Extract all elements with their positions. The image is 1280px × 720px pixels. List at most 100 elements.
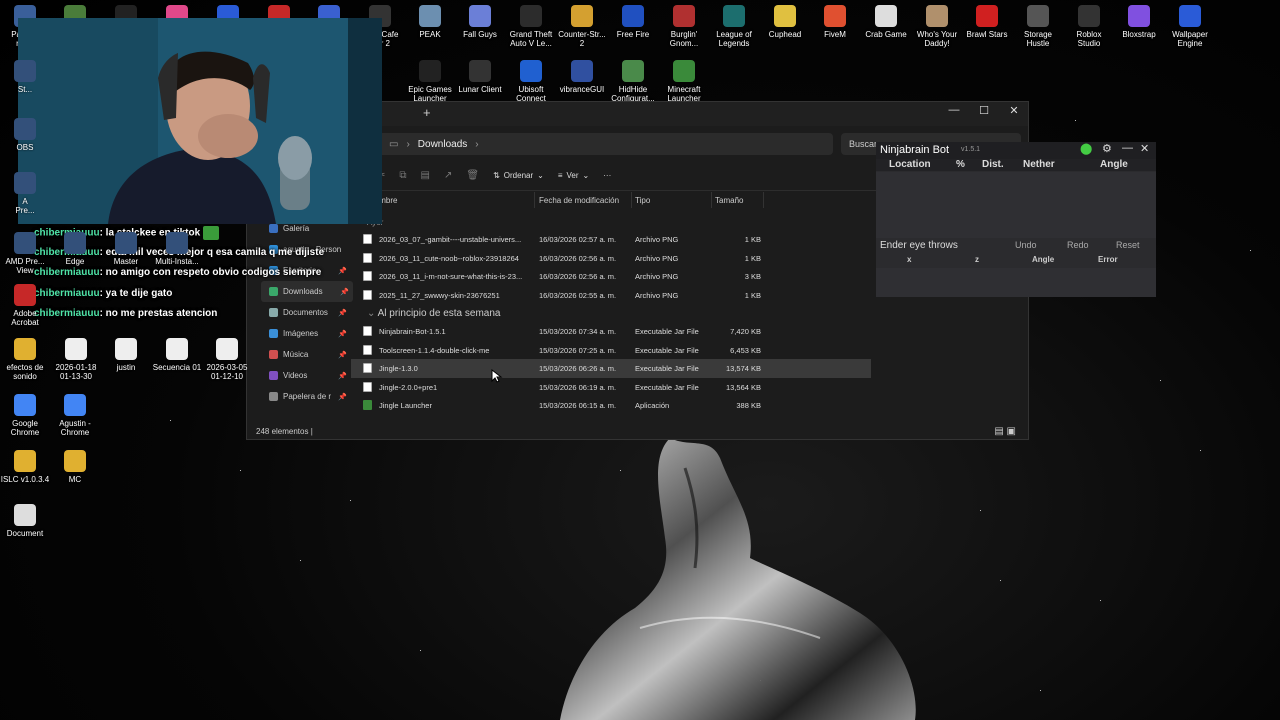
mouse-cursor-icon — [491, 369, 503, 383]
file-row[interactable]: Toolscreen-1.1.4-double-click-me 15/03/20… — [351, 341, 871, 360]
desktop-icon-brawl-icon[interactable]: Brawl Stars — [958, 5, 1016, 39]
desktop-icon-freefire-icon[interactable]: Free Fire — [604, 5, 662, 39]
file-row[interactable]: Ninjabrain-Bot-1.5.1 15/03/2026 07:34 a. … — [351, 322, 871, 341]
desktop-icon-label: St... — [17, 85, 33, 94]
desktop-icon-csgo-icon[interactable]: Counter-Str... 2 — [553, 5, 611, 48]
file-size: 1 KB — [744, 290, 761, 300]
view-icon: ≡ — [557, 170, 563, 180]
nav-item-label: Imágenes — [283, 329, 319, 338]
vibrance-icon — [571, 60, 593, 82]
sort-button[interactable]: ⇅ Ordenar ⌄ — [493, 171, 544, 180]
breadcrumb[interactable]: Downloads — [418, 139, 467, 150]
file-type: Archivo PNG — [635, 253, 679, 263]
paste-icon[interactable]: ▤ — [421, 170, 430, 181]
file-row[interactable]: 2026_03_07_-gambit----unstable-univers..… — [351, 230, 871, 249]
file-row[interactable]: Jingle Launcher 15/03/2026 06:15 a. m. Apl… — [351, 396, 871, 415]
copy-icon[interactable]: ⧉ — [399, 170, 406, 181]
file-row[interactable]: 2026_03_11_i-m-not-sure-what-this-is-23.… — [351, 267, 871, 286]
file-row[interactable]: Jingle-1.3.0 15/03/2026 06:26 a. m. Execut… — [351, 359, 871, 378]
desktop-icon-edge-icon[interactable]: Edge — [46, 232, 104, 266]
desktop-icon-hidhide-icon[interactable]: HidHide Configurat... — [604, 60, 662, 103]
desktop-icon-folder-icon[interactable]: MC — [46, 450, 104, 484]
desktop-icon-master-icon[interactable]: Master — [97, 232, 155, 266]
column-type[interactable]: Tipo — [635, 196, 650, 205]
reset-button[interactable]: Reset — [1116, 240, 1140, 250]
status-bar: 248 elementos | — [256, 427, 313, 436]
column-date[interactable]: Fecha de modificación — [539, 196, 619, 205]
sort-label: Ordenar — [503, 170, 534, 180]
desktop-icon-storage-icon[interactable]: Storage Hustle — [1009, 5, 1067, 48]
desktop-icon-vibrance-icon[interactable]: vibranceGUI — [553, 60, 611, 94]
desktop-icon-bloxstrap-icon[interactable]: Bloxstrap — [1110, 5, 1168, 39]
file-row[interactable]: 2025_11_27_swwwy-skin-23676251 16/03/2026… — [351, 286, 871, 305]
more-options-button[interactable]: ··· — [603, 171, 611, 180]
settings-icon[interactable]: ⚙ — [1102, 142, 1112, 155]
desktop-icon-obs-icon[interactable]: OBS — [0, 118, 54, 152]
file-size: 13,564 KB — [725, 382, 761, 392]
details-view-icon[interactable]: ▤ — [994, 426, 1003, 437]
ninjabrain-bot-window[interactable]: Ninjabrain Bot v1.5.1 ⬤ ⚙ — ✕ Location %… — [876, 142, 1156, 297]
delete-icon[interactable]: 🗑 — [466, 170, 479, 181]
nav-item-m-sica[interactable]: Música 📌 — [247, 344, 351, 365]
desktop-icon-lunar-icon[interactable]: Lunar Client — [451, 60, 509, 94]
new-tab-button[interactable]: + — [423, 105, 431, 120]
chrome-icon — [14, 394, 36, 416]
desktop-icon-lol-icon[interactable]: League of Legends — [705, 5, 763, 48]
nav-item-videos[interactable]: Videos 📌 — [247, 365, 351, 386]
freefire-icon — [622, 5, 644, 27]
nav-item-papelera-de-r[interactable]: Papelera de r 📌 — [247, 386, 351, 407]
file-row[interactable]: 2026_03_11_cute-noob--roblox-23918264 16/… — [351, 249, 871, 268]
chrome-icon — [64, 394, 86, 416]
chat-message: chibermiauuu: no me prestas atencion — [34, 308, 324, 329]
desktop-icon-fallguys-icon[interactable]: Fall Guys — [451, 5, 509, 39]
desktop-icon-video-icon[interactable]: 2026-03-05 01-12-10 — [198, 338, 256, 381]
minimize-button[interactable]: — — [1122, 142, 1133, 154]
multi-icon — [166, 232, 188, 254]
desktop-icon-wallpaper-icon[interactable]: Wallpaper Engine — [1161, 5, 1219, 48]
desktop-icon-chrome-icon[interactable]: Agustin - Chrome — [46, 394, 104, 437]
desktop-icon-label: Grand Theft Auto V Le... — [509, 30, 553, 48]
ninjabrain-titlebar[interactable]: Ninjabrain Bot v1.5.1 ⬤ ⚙ — ✕ — [876, 142, 1156, 159]
tiles-view-icon[interactable]: ▣ — [1007, 426, 1016, 437]
desktop-icon-label: Adobe Acrobat — [11, 309, 39, 327]
desktop-icon-ubisoft-icon[interactable]: Ubisoft Connect — [502, 60, 560, 103]
share-icon[interactable]: ↗ — [444, 170, 452, 181]
desktop-icon-premiere-icon[interactable]: A Pre... — [0, 172, 54, 215]
update-icon[interactable]: ⬤ — [1080, 142, 1092, 155]
explorer-toolbar: ✂ ⧉ ▤ ↗ 🗑 ⇅Ordenar⌄ ≡Ver⌄ ··· — [377, 164, 611, 186]
undo-button[interactable]: Undo — [1015, 240, 1037, 250]
desktop-icon-st-icon[interactable]: St... — [0, 60, 54, 94]
close-button[interactable]: ✕ — [1140, 142, 1149, 155]
redo-button[interactable]: Redo — [1067, 240, 1089, 250]
chevron-right-icon: › — [406, 138, 410, 150]
group-header-yesterday[interactable]: Ayer — [351, 214, 871, 230]
minecraft-icon — [673, 60, 695, 82]
desktop-icon-minecraft-icon[interactable]: Minecraft Launcher — [655, 60, 713, 103]
folder-icon — [269, 371, 278, 380]
desktop-icon-crab-icon[interactable]: Crab Game — [857, 5, 915, 39]
file-size: 13,574 KB — [725, 364, 761, 373]
desktop-icon-fivem-icon[interactable]: FiveM — [806, 5, 864, 39]
view-toggle[interactable]: ▤ ▣ — [994, 426, 1016, 437]
desktop-icon-video-icon[interactable]: justin — [97, 338, 155, 372]
desktop-icon-gta-icon[interactable]: Grand Theft Auto V Le... — [502, 5, 560, 48]
obs-icon — [14, 118, 36, 140]
desktop-icon-multi-icon[interactable]: Multi-Insta... — [148, 232, 206, 266]
pin-icon: 📌 — [338, 351, 347, 359]
file-type: Executable Jar File — [635, 382, 699, 392]
close-button[interactable]: ✕ — [999, 104, 1029, 122]
desktop-icon-folder-icon[interactable]: efectos de sonido — [0, 338, 54, 381]
view-label: Ver — [566, 170, 579, 180]
chevron-down-icon: ⌄ — [537, 170, 544, 180]
desktop-icon-label: Brawl Stars — [966, 30, 1008, 39]
address-bar[interactable]: ▭ › Downloads › — [377, 133, 833, 155]
group-header-week[interactable]: ⌄ Al principio de esta semana — [351, 304, 871, 322]
file-row[interactable]: Jingle-2.0.0+pre1 15/03/2026 06:19 a. m. E… — [351, 378, 871, 397]
desktop-icon-document-icon[interactable]: Document — [0, 504, 54, 538]
jar-file-icon — [363, 381, 372, 392]
column-size[interactable]: Tamaño — [715, 196, 743, 205]
desktop-icon-acrobat-icon[interactable]: Adobe Acrobat — [0, 284, 54, 327]
maximize-button[interactable]: ☐ — [969, 104, 999, 122]
view-button[interactable]: ≡ Ver ⌄ — [558, 171, 589, 180]
minimize-button[interactable]: — — [939, 104, 969, 122]
